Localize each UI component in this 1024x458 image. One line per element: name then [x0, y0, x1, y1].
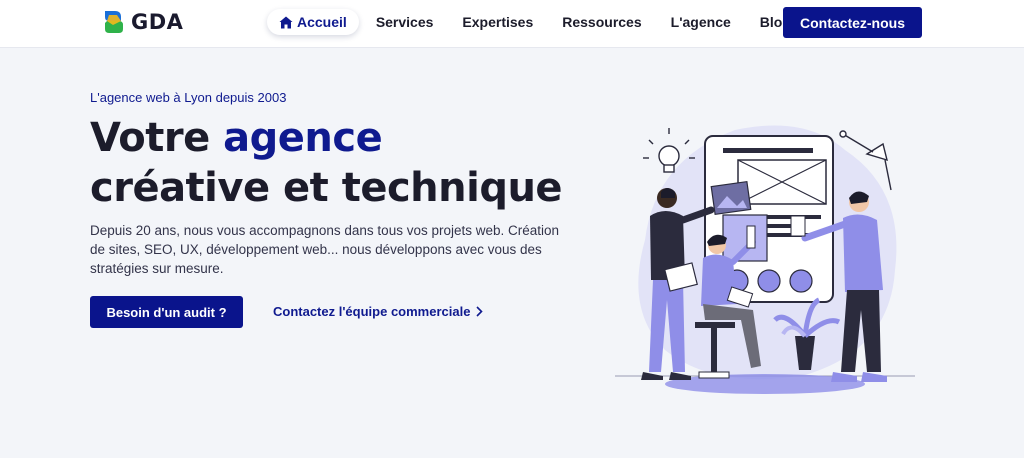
tablet-dot [789, 269, 813, 293]
nav-item-label: Accueil [297, 14, 347, 30]
main-menu: Accueil Services Expertises Ressources L… [267, 9, 791, 35]
top-navbar: GDA Accueil Services Expertises Ressourc… [0, 0, 1024, 48]
nav-item-ressources[interactable]: Ressources [562, 14, 641, 30]
hero-title-part1: Votre [90, 115, 224, 161]
brand-logo[interactable]: GDA [101, 9, 183, 35]
tablet-dot [757, 269, 781, 293]
hero-description: Depuis 20 ans, nous vous accompagnons da… [90, 223, 560, 276]
hero-illustration [615, 125, 915, 394]
home-icon [279, 16, 293, 28]
chevron-right-icon [476, 306, 484, 317]
hero-title-highlight: agence [223, 115, 383, 161]
hero-title-line2: créative et technique [90, 165, 563, 211]
nav-item-services[interactable]: Services [376, 14, 434, 30]
hero-kicker: L'agence web à Lyon depuis 2003 [90, 90, 287, 105]
contact-button[interactable]: Contactez-nous [783, 7, 922, 38]
nav-item-expertises[interactable]: Expertises [462, 14, 533, 30]
sales-team-link-label: Contactez l'équipe commerciale [273, 304, 471, 319]
photo-card [710, 180, 752, 216]
nav-item-agence[interactable]: L'agence [671, 14, 731, 30]
audit-button[interactable]: Besoin d'un audit ? [90, 296, 243, 328]
hero-title: Votre agence créative et technique [90, 113, 610, 213]
gda-logo-icon [105, 11, 123, 33]
nav-item-accueil[interactable]: Accueil [267, 9, 359, 35]
sales-team-link[interactable]: Contactez l'équipe commerciale [273, 304, 484, 319]
brand-name: GDA [131, 10, 184, 34]
